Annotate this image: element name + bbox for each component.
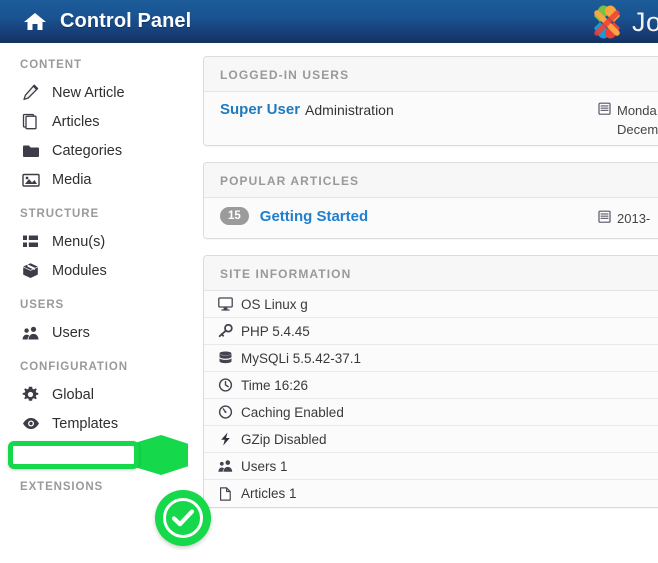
sidebar-item-categories[interactable]: Categories xyxy=(0,136,195,165)
eye-icon xyxy=(20,414,41,433)
list-icon xyxy=(20,232,41,251)
sidebar-item-articles[interactable]: Articles xyxy=(0,107,195,136)
site-info-label: Caching Enabled xyxy=(241,405,344,420)
database-icon xyxy=(216,351,234,365)
sidebar-section-title-content: CONTENT xyxy=(0,59,195,71)
panel-title: SITE INFORMATION xyxy=(204,256,658,291)
site-info-row-time: Time 16:26 xyxy=(204,372,658,399)
panel-title: LOGGED-IN USERS xyxy=(204,57,658,92)
key-icon xyxy=(216,324,234,338)
sidebar: CONTENT New Article xyxy=(0,43,195,563)
site-info-row-database: MySQLi 5.5.42-37.1 xyxy=(204,345,658,372)
sidebar-item-label: Menu(s) xyxy=(52,234,105,250)
sidebar-item-label: New Article xyxy=(52,85,125,101)
article-link[interactable]: Getting Started xyxy=(260,208,368,225)
sidebar-item-label: Articles xyxy=(52,114,100,130)
sidebar-item-label: Media xyxy=(52,172,92,188)
site-info-label: Articles 1 xyxy=(241,486,297,501)
sidebar-item-label: Modules xyxy=(52,263,107,279)
panel-body: 15 Getting Started xyxy=(204,198,658,238)
site-info-label: Users 1 xyxy=(241,459,288,474)
joomla-logo: Jo xyxy=(586,2,658,42)
page-body: CONTENT New Article xyxy=(0,43,658,563)
page-title: Control Panel xyxy=(60,10,191,33)
sidebar-item-new-article[interactable]: New Article xyxy=(0,78,195,107)
users-icon xyxy=(216,459,234,473)
sidebar-section-title-users: USERS xyxy=(0,299,195,311)
last-login-date: Decembe xyxy=(617,120,658,139)
site-info-row-caching: Caching Enabled xyxy=(204,399,658,426)
sidebar-item-users[interactable]: Users xyxy=(0,318,195,347)
header-bar: Control Panel Jo xyxy=(0,0,658,43)
site-info-label: GZip Disabled xyxy=(241,432,327,447)
monitor-icon xyxy=(216,297,234,311)
sidebar-section-extensions: EXTENSIONS xyxy=(0,481,195,493)
site-info-label: OS Linux g xyxy=(241,297,308,312)
hits-badge: 15 xyxy=(220,207,249,225)
calendar-icon xyxy=(598,101,611,115)
site-info-row-gzip: GZip Disabled xyxy=(204,426,658,453)
main-content: LOGGED-IN USERS Super User Administratio… xyxy=(195,43,658,563)
sidebar-item-label: Global xyxy=(52,387,94,403)
logged-in-users-panel: LOGGED-IN USERS Super User Administratio… xyxy=(203,56,658,146)
site-info-label: MySQLi 5.5.42-37.1 xyxy=(241,351,361,366)
site-info-row-php: PHP 5.4.45 xyxy=(204,318,658,345)
user-role: Administration xyxy=(305,102,394,118)
gauge-icon xyxy=(216,405,234,419)
calendar-icon xyxy=(598,209,611,223)
copy-icon xyxy=(20,112,41,131)
panel-body: OS Linux g PHP 5.4.45 xyxy=(204,291,658,507)
sidebar-section-configuration: CONFIGURATION Global xyxy=(0,361,195,467)
sidebar-section-title-configuration: CONFIGURATION xyxy=(0,361,195,373)
site-info-row-articles: Articles 1 xyxy=(204,480,658,507)
article-date: 2013- xyxy=(617,209,650,228)
sidebar-section-title-extensions: EXTENSIONS xyxy=(0,481,195,493)
sidebar-item-media[interactable]: Media xyxy=(0,165,195,194)
lightning-icon xyxy=(216,432,234,446)
last-login-day: Monda xyxy=(617,101,658,120)
home-icon[interactable] xyxy=(22,11,48,33)
sidebar-item-modules[interactable]: Modules xyxy=(0,256,195,285)
clock-icon xyxy=(216,378,234,392)
sidebar-section-structure: STRUCTURE Menu(s) xyxy=(0,208,195,285)
popular-article-row: 15 Getting Started xyxy=(204,198,658,238)
sidebar-item-templates[interactable]: Templates xyxy=(0,409,195,438)
sidebar-section-users: USERS Users xyxy=(0,299,195,347)
pencil-icon xyxy=(20,83,41,102)
popular-articles-panel: POPULAR ARTICLES 15 Getting Started xyxy=(203,162,658,239)
sidebar-item-label: Language(s) xyxy=(52,445,133,461)
panel-body: Super User Administration xyxy=(204,92,658,145)
brand-text: Jo xyxy=(632,7,658,38)
sidebar-item-global[interactable]: Global xyxy=(0,380,195,409)
folder-icon xyxy=(20,141,41,160)
site-information-panel: SITE INFORMATION OS Linux g xyxy=(203,255,658,508)
sidebar-item-label: Categories xyxy=(52,143,122,159)
site-info-row-users: Users 1 xyxy=(204,453,658,480)
sidebar-item-label: Templates xyxy=(52,416,118,432)
site-info-row-os: OS Linux g xyxy=(204,291,658,318)
site-info-label: Time 16:26 xyxy=(241,378,308,393)
user-link[interactable]: Super User xyxy=(220,101,300,118)
sidebar-section-title-structure: STRUCTURE xyxy=(0,208,195,220)
sidebar-item-languages[interactable]: Language(s) xyxy=(0,438,195,467)
gear-icon xyxy=(20,385,41,404)
article-date-meta: 2013- xyxy=(598,209,650,228)
speech-bubble-icon xyxy=(20,443,41,462)
sidebar-section-content: CONTENT New Article xyxy=(0,59,195,194)
last-login-meta: Monda Decembe xyxy=(598,101,658,139)
logged-in-user-row: Super User Administration xyxy=(204,92,658,145)
file-icon xyxy=(216,487,234,501)
panel-title: POPULAR ARTICLES xyxy=(204,163,658,198)
image-icon xyxy=(20,170,41,189)
box-icon xyxy=(20,261,41,280)
site-info-label: PHP 5.4.45 xyxy=(241,324,310,339)
users-icon xyxy=(20,323,41,342)
sidebar-item-menus[interactable]: Menu(s) xyxy=(0,227,195,256)
sidebar-item-label: Users xyxy=(52,325,90,341)
